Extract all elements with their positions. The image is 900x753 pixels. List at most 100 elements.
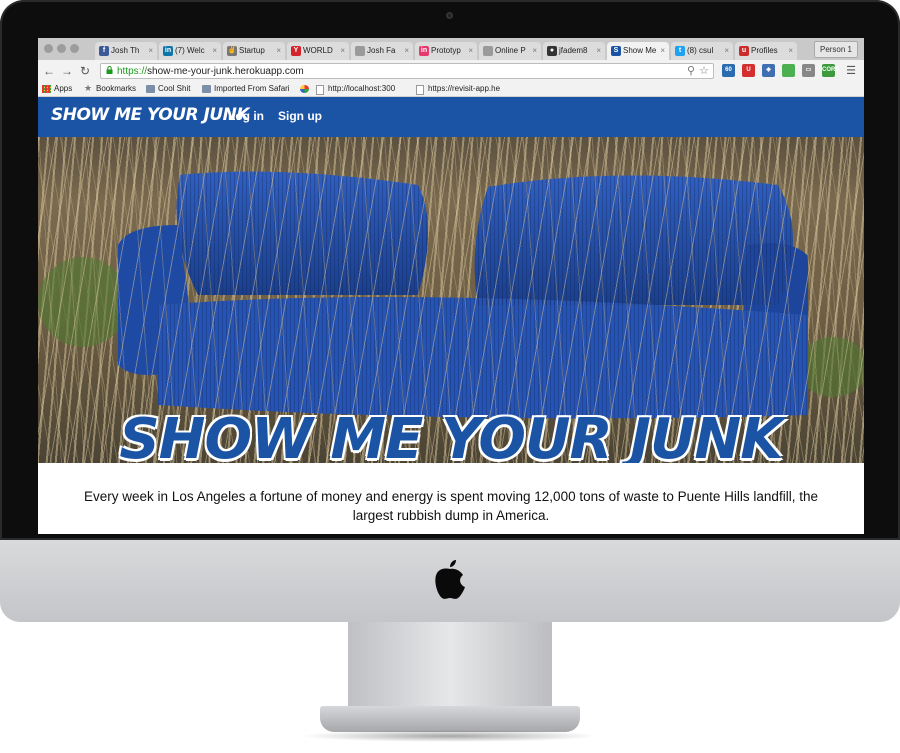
hero-title: SHOW ME YOUR JUNK (119, 407, 783, 463)
bookmark-label: http://localhost:300 (328, 84, 396, 93)
tab[interactable]: f Josh Th × (95, 42, 157, 60)
github-icon: ● (547, 46, 557, 56)
stand-foot (320, 706, 580, 732)
tab-close-icon[interactable]: × (212, 42, 217, 60)
bookmark-label: Imported From Safari (214, 84, 290, 93)
hero-image: SHOW ME YOUR JUNK (38, 137, 864, 463)
tab-label: jfadem8 (559, 46, 588, 55)
login-link[interactable]: Log in (228, 109, 264, 123)
bookmark-label: Apps (54, 84, 73, 93)
pinwheel-icon (300, 85, 309, 93)
tab-label: (8) csul (687, 46, 714, 55)
signup-link[interactable]: Sign up (278, 109, 322, 123)
tab-label: Prototyp (431, 46, 461, 55)
apps-grid-icon (42, 85, 51, 93)
star-icon: ★ (84, 83, 93, 93)
bookmark-label: Cool Shit (158, 84, 191, 93)
browser-toolbar: ← → ↻ https://show-me-your-junk.herokuap… (38, 60, 864, 82)
ext-shield-icon[interactable]: U (742, 64, 755, 77)
ext-cast-icon[interactable]: ▭ (802, 64, 815, 77)
person-button[interactable]: Person 1 (814, 41, 858, 58)
tab-label: Startup (239, 46, 265, 55)
back-arrow-icon[interactable]: ← (42, 63, 56, 79)
victory-hand-icon: ✌ (227, 46, 237, 56)
bookmark-item[interactable]: Imported From Safari (202, 82, 290, 96)
bookmarks-bar: Apps ★ Bookmarks Cool Shit Imported From Saf… (38, 82, 864, 97)
tab-close-icon[interactable]: × (148, 42, 153, 60)
tab-close-icon[interactable]: × (724, 42, 729, 60)
tab[interactable]: Josh Fa × (351, 42, 413, 60)
screen: f Josh Th × in (7) Welc × ✌ Startup × Y WORLD × Josh… (38, 38, 864, 534)
site-navbar: SHOW ME YOUR JUNK Log in Sign up (38, 97, 864, 137)
tab-label: WORLD (303, 46, 333, 55)
linkedin-icon: in (163, 46, 173, 56)
tab-strip: f Josh Th × in (7) Welc × ✌ Startup × Y WORLD × Josh… (38, 38, 864, 60)
folder-icon (146, 85, 155, 93)
bookmark-item[interactable]: http://localhost:300 (316, 82, 395, 96)
tab-close-icon[interactable]: × (788, 42, 793, 60)
tab-label: Josh Fa (367, 46, 396, 55)
tab-close-icon[interactable]: × (596, 42, 601, 60)
tab-label: Online P (495, 46, 526, 55)
reload-icon[interactable]: ↻ (78, 63, 92, 79)
address-bar[interactable]: https://show-me-your-junk.herokuapp.com … (100, 63, 714, 79)
tab[interactable]: in (7) Welc × (159, 42, 221, 60)
tab-close-icon[interactable]: × (276, 42, 281, 60)
invision-icon: in (419, 46, 429, 56)
tab[interactable]: in Prototyp × (415, 42, 477, 60)
url-scheme: https:// (117, 66, 148, 77)
tab-label: (7) Welc (175, 46, 205, 55)
minimize-window-button[interactable] (57, 44, 66, 53)
twitter-icon: t (675, 46, 685, 56)
url-host: show-me-your-junk.herokuapp.com (147, 66, 304, 77)
bookmark-item[interactable]: ★ Bookmarks (84, 82, 136, 96)
tab-label: Show Me (623, 46, 657, 55)
facebook-icon: f (99, 46, 109, 56)
profiles-icon: u (739, 46, 749, 56)
magnifier-icon[interactable]: ⚲ (687, 64, 695, 79)
ext-green-icon[interactable] (782, 64, 795, 77)
y-logo-icon: Y (291, 46, 301, 56)
folder-icon (202, 85, 211, 93)
apple-logo-icon (435, 560, 465, 599)
tab-close-icon[interactable]: × (340, 42, 345, 60)
tab[interactable]: ● jfadem8 × (543, 42, 605, 60)
tab[interactable]: Online P × (479, 42, 541, 60)
stand-shadow (300, 730, 600, 742)
site-s-icon: S (611, 46, 621, 56)
tab[interactable]: ✌ Startup × (223, 42, 285, 60)
tab[interactable]: Y WORLD × (287, 42, 349, 60)
page-icon (483, 46, 493, 56)
bookmark-label: Bookmarks (96, 84, 137, 93)
tab-label: Josh Th (111, 46, 140, 55)
bookmark-label: https://revisit-app.he (428, 84, 501, 93)
brand-logo[interactable]: SHOW ME YOUR JUNK (51, 105, 250, 125)
tab-close-icon[interactable]: × (404, 42, 409, 60)
bookmark-item[interactable] (300, 82, 312, 96)
ext-map-icon[interactable]: ◈ (762, 64, 775, 77)
intro-text: Every week in Los Angeles a fortune of m… (84, 489, 818, 523)
bookmark-item[interactable]: Cool Shit (146, 82, 190, 96)
url-text: https://show-me-your-junk.herokuapp.com (117, 64, 304, 79)
tab[interactable]: S Show Me × (607, 42, 669, 60)
tab[interactable]: u Profiles × (735, 42, 797, 60)
page-icon (316, 85, 324, 95)
bookmark-item[interactable]: https://revisit-app.he (416, 82, 500, 96)
ext-60-icon[interactable]: 60 (722, 64, 735, 77)
tab-close-icon[interactable]: × (660, 42, 665, 60)
tab-close-icon[interactable]: × (468, 42, 473, 60)
tab-label: Profiles (751, 46, 778, 55)
tab[interactable]: t (8) csul × (671, 42, 733, 60)
page-icon (416, 85, 424, 95)
bookmark-item[interactable]: Apps (42, 82, 72, 96)
forward-arrow-icon[interactable]: → (60, 63, 74, 79)
star-bookmark-icon[interactable]: ☆ (699, 64, 709, 79)
ext-cors-icon[interactable]: CORS (822, 64, 839, 77)
zoom-window-button[interactable] (70, 44, 79, 53)
stand-neck (348, 622, 552, 714)
close-window-button[interactable] (44, 44, 53, 53)
page-icon (355, 46, 365, 56)
tab-close-icon[interactable]: × (532, 42, 537, 60)
menu-icon[interactable]: ☰ (844, 63, 858, 79)
camera-dot (446, 12, 453, 19)
